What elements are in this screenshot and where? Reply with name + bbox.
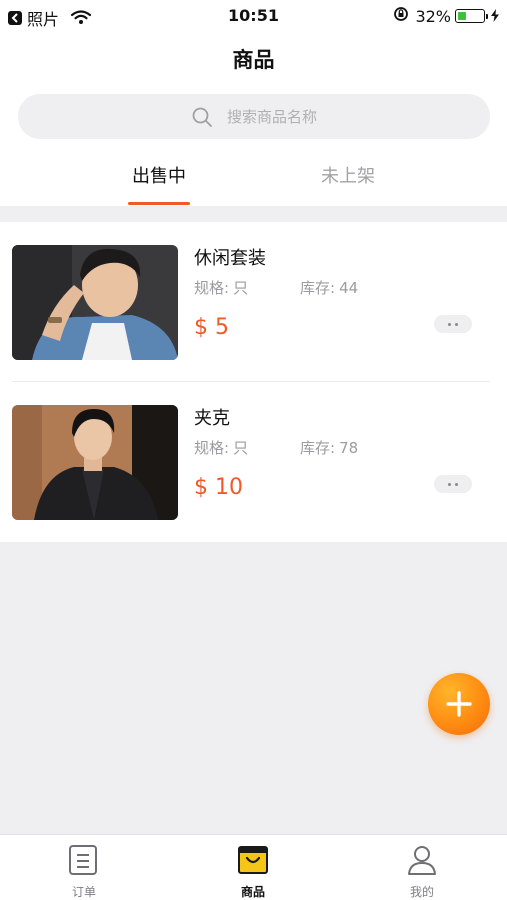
tab-bar: 订单 商品 我的 [0, 834, 507, 900]
stock-value: 78 [339, 439, 359, 457]
product-price: $ 5 [194, 315, 229, 340]
product-image[interactable] [12, 405, 178, 520]
tabbar-item-products[interactable]: 商品 [193, 835, 313, 900]
spec-value: 只 [233, 439, 249, 457]
stock-label: 库存: [300, 439, 336, 457]
tabbar-item-mine[interactable]: 我的 [362, 835, 482, 900]
status-bar: 照片 10:51 32% [0, 0, 507, 32]
plus-icon [446, 691, 472, 717]
orders-icon [69, 845, 97, 875]
tabbar-item-orders[interactable]: 订单 [24, 835, 144, 900]
add-product-button[interactable] [428, 673, 490, 735]
battery-icon [455, 9, 485, 23]
more-dot [455, 482, 458, 486]
page-title: 商品 [232, 48, 275, 72]
product-image[interactable] [12, 245, 178, 360]
charging-icon [491, 7, 499, 26]
stock-label: 库存: [300, 279, 336, 297]
shop-bag-icon [238, 846, 268, 874]
product-spec: 规格: 只 [194, 277, 248, 298]
rotation-lock-icon [393, 6, 409, 26]
more-options-button[interactable] [434, 475, 472, 493]
product-stock: 库存: 44 [300, 277, 358, 298]
tab-on-sale[interactable]: 出售中 [99, 162, 219, 206]
more-options-button[interactable] [434, 315, 472, 333]
search-icon [192, 107, 212, 127]
person-icon [408, 846, 436, 875]
tab-off-shelf[interactable]: 未上架 [288, 162, 408, 206]
product-price: $ 10 [194, 475, 243, 500]
battery-percent: 32% [415, 6, 451, 26]
tabbar-label: 我的 [409, 885, 434, 899]
product-list: 休闲套装 规格: 只 库存: 44 $ 5 夹克 规格: 只 库存: 78 $ … [0, 222, 507, 542]
battery-tip [486, 13, 488, 19]
spec-value: 只 [233, 279, 249, 297]
product-card[interactable]: 夹克 规格: 只 库存: 78 $ 10 [0, 382, 507, 542]
battery-level [458, 12, 466, 20]
status-right: 32% [393, 6, 499, 26]
search-input[interactable]: 搜索商品名称 [18, 94, 490, 139]
more-dot [448, 482, 451, 486]
product-name: 夹克 [194, 408, 230, 429]
tabbar-label: 订单 [71, 885, 96, 899]
product-spec: 规格: 只 [194, 437, 248, 458]
spec-label: 规格: [194, 439, 230, 457]
active-tab-indicator [128, 202, 190, 205]
header: 商品 搜索商品名称 出售中 未上架 [0, 32, 507, 206]
tabbar-label: 商品 [240, 885, 265, 899]
product-name: 休闲套装 [194, 248, 266, 269]
status-tabs: 出售中 未上架 [0, 162, 507, 206]
more-dot [455, 322, 458, 326]
product-card[interactable]: 休闲套装 规格: 只 库存: 44 $ 5 [0, 222, 507, 382]
product-stock: 库存: 78 [300, 437, 358, 458]
more-dot [448, 322, 451, 326]
stock-value: 44 [339, 279, 359, 297]
search-placeholder: 搜索商品名称 [226, 108, 317, 126]
spec-label: 规格: [194, 279, 230, 297]
